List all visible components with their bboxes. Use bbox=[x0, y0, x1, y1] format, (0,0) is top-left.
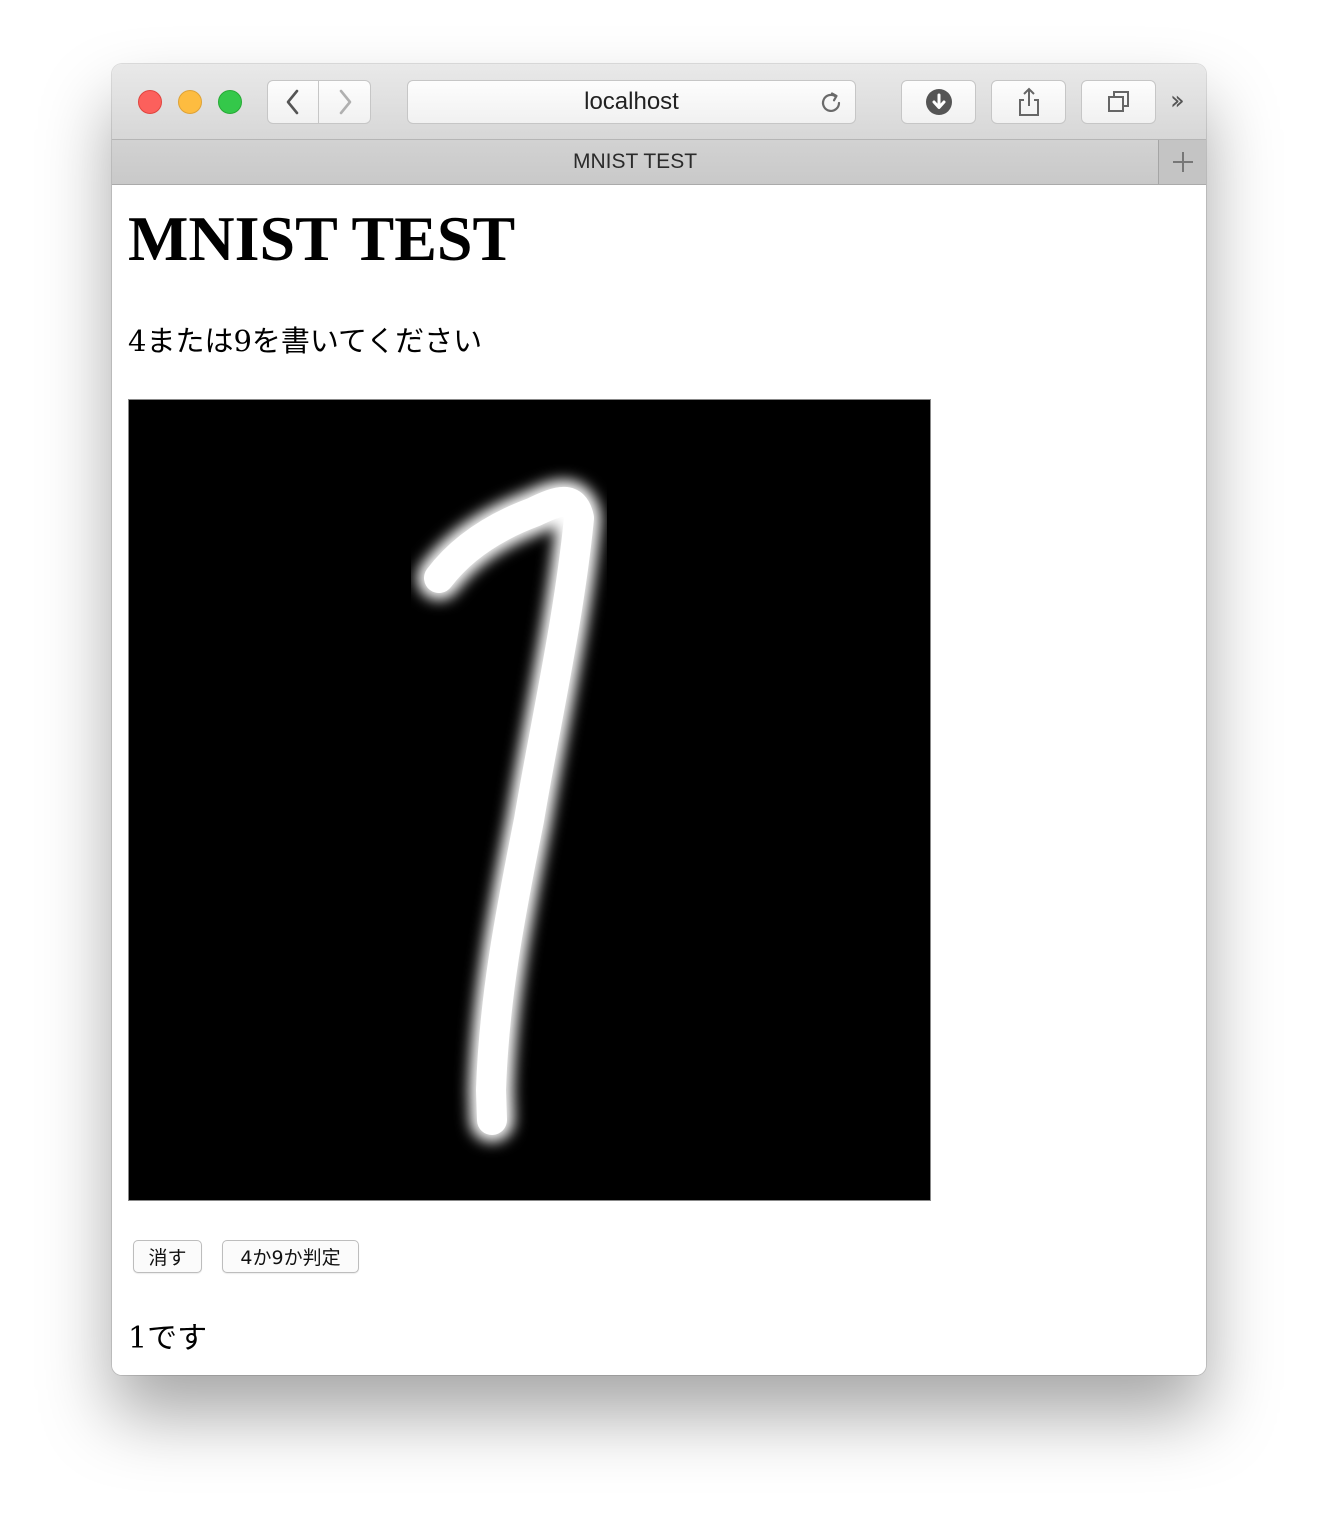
tab-mnist-test[interactable]: MNIST TEST bbox=[112, 140, 1158, 184]
show-tabs-button[interactable] bbox=[1081, 80, 1156, 124]
back-button[interactable] bbox=[267, 80, 319, 124]
close-window-icon[interactable] bbox=[138, 90, 162, 114]
browser-window: localhost ›› MNIST TEST MNIST TEST 4または9… bbox=[112, 64, 1206, 1375]
new-tab-button[interactable] bbox=[1158, 140, 1206, 184]
instruction-text: 4または9を書いてください bbox=[128, 324, 483, 358]
double-chevron-right-icon[interactable]: ›› bbox=[1170, 86, 1185, 116]
plus-icon bbox=[1172, 152, 1193, 172]
drawn-digit-stroke bbox=[417, 479, 601, 1142]
address-bar[interactable]: localhost bbox=[407, 80, 856, 124]
judge-button[interactable]: 4か9か判定 bbox=[222, 1240, 359, 1273]
reload-icon[interactable] bbox=[817, 89, 845, 117]
forward-button[interactable] bbox=[319, 80, 371, 124]
share-button[interactable] bbox=[991, 80, 1066, 124]
download-icon bbox=[925, 89, 952, 115]
browser-toolbar: localhost ›› bbox=[112, 64, 1206, 140]
drawing-canvas[interactable] bbox=[128, 399, 931, 1201]
erase-button[interactable]: 消す bbox=[133, 1240, 202, 1273]
page-title: MNIST TEST bbox=[128, 203, 516, 274]
minimize-window-icon[interactable] bbox=[178, 90, 202, 114]
chevron-left-icon bbox=[286, 89, 299, 115]
maximize-window-icon[interactable] bbox=[218, 90, 242, 114]
page-content: MNIST TEST 4または9を書いてください 消す 4か9か判定 1です bbox=[112, 185, 1206, 1375]
chevron-right-icon bbox=[339, 89, 351, 115]
result-text: 1です bbox=[128, 1321, 208, 1356]
tabs-icon bbox=[1107, 91, 1129, 112]
url-text: localhost bbox=[584, 88, 679, 115]
downloads-button[interactable] bbox=[901, 80, 976, 124]
share-icon bbox=[1018, 87, 1039, 116]
tab-bar: MNIST TEST bbox=[112, 140, 1206, 185]
